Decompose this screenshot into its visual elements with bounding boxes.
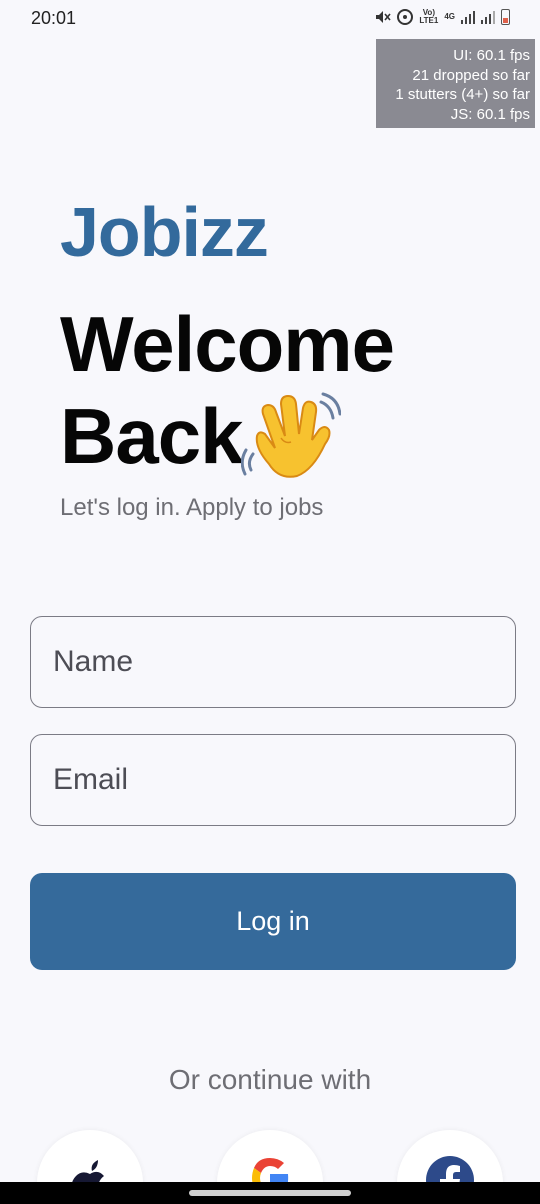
welcome-line-2: Back <box>60 392 243 480</box>
battery-icon <box>501 9 510 25</box>
welcome-line-1: Welcome <box>60 300 395 388</box>
brand-logo-text: Jobizz <box>60 193 269 271</box>
status-icons: Vo) LTE1 4G <box>375 9 510 25</box>
hotspot-icon <box>397 9 414 25</box>
social-divider-text: Or continue with <box>168 1064 372 1095</box>
perf-monitor-overlay: UI: 60.1 fps 21 dropped so far 1 stutter… <box>376 39 535 128</box>
dropped-frames-text: 21 dropped so far <box>412 66 530 84</box>
waving-hand-icon <box>241 392 341 478</box>
status-time: 20:01 <box>31 8 77 28</box>
ui-fps-text: UI: 60.1 fps <box>453 47 530 64</box>
network-type-label: 4G <box>444 12 455 21</box>
stutters-text: 1 stutters (4+) so far <box>395 86 530 103</box>
name-field[interactable] <box>30 616 516 708</box>
email-field[interactable] <box>30 734 516 826</box>
status-bar: 20:01 Vo) LTE1 4G <box>0 0 540 36</box>
system-nav-bar <box>0 1182 540 1204</box>
page-title: Welcome Back <box>60 298 395 482</box>
network-bottom-label: LTE1 <box>419 16 439 25</box>
subtitle: Let's log in. Apply to jobs <box>60 494 324 521</box>
signal-icon <box>481 10 495 24</box>
mute-icon <box>376 11 391 23</box>
js-fps-text: JS: 60.1 fps <box>450 105 530 123</box>
home-gesture-handle[interactable] <box>189 1190 351 1196</box>
volte-icon: Vo) LTE1 <box>419 9 438 25</box>
signal-icon <box>461 10 475 24</box>
login-button[interactable]: Log in <box>30 873 516 970</box>
